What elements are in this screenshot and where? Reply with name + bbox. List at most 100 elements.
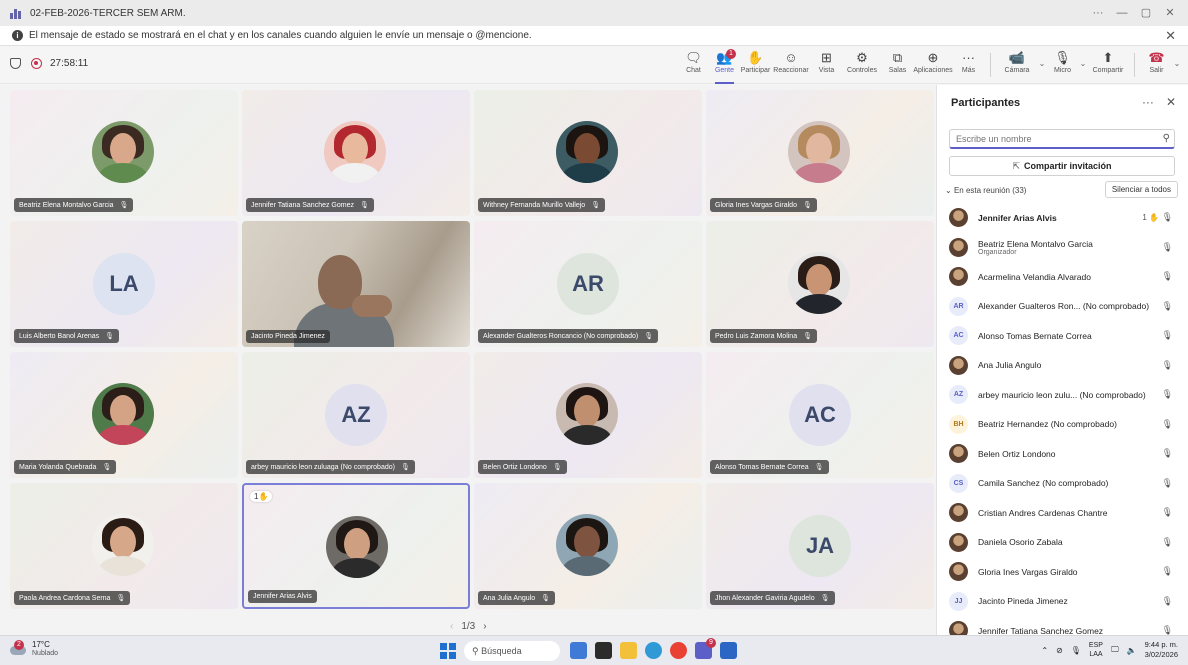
mute-all-button[interactable]: Silenciar a todos [1104,181,1178,198]
word-app-icon[interactable] [720,642,737,659]
apps-button[interactable]: ⊕ Aplicaciones [913,49,953,81]
prev-page-icon[interactable]: ‹ [450,621,453,632]
participant-tile-active[interactable]: 1✋ Jennifer Arias Alvis [242,483,470,609]
mic-button[interactable]: 🎙 Micro [1047,49,1078,81]
mic-off-icon: 🎙 [802,202,812,209]
minimize-icon[interactable]: — [1110,0,1134,26]
page-indicator: 1/3 [461,621,476,632]
people-button[interactable]: 👥 1 Gente [709,49,740,84]
chrome-browser-icon[interactable] [670,642,687,659]
participant-tile[interactable]: Jennifer Tatiana Sanchez Gomez 🎙 [242,90,470,216]
share-invite-button[interactable]: ⇱ Compartir invitación [949,156,1175,176]
participant-name-tag: Jennifer Tatiana Sanchez Gomez 🎙 [246,198,374,212]
participant-search-input[interactable] [949,129,1175,149]
grid-icon: ⊞ [821,50,832,65]
system-tray: ⌃ ⊘ 🎙 ESP LAA 🖵 🔈 9:44 p. m. 3/02/2026 [1041,640,1178,660]
participant-tile[interactable]: Belen Ortiz Londono 🎙 [474,352,702,478]
participant-name-tag: Withney Fernanda Murillo Vallejo 🎙 [478,198,606,212]
react-button[interactable]: ☺ Reaccionar [771,49,811,81]
mic-off-icon: 🎙 [1054,50,1071,65]
panel-close-icon[interactable]: ✕ [1166,95,1176,109]
leave-options-chevron-icon[interactable]: ⌄ [1172,59,1182,68]
network-icon[interactable]: ⊘ [1056,646,1063,655]
windows-start-icon[interactable] [440,643,456,659]
task-view-icon[interactable] [595,642,612,659]
clock[interactable]: 9:44 p. m. 3/02/2026 [1145,640,1178,660]
gallery-pager: ‹ 1/3 › [450,621,487,632]
participant-row[interactable]: AC Alonso Tomas Bernate Correa 🎙 [937,321,1188,351]
show-hidden-icons-chevron-icon[interactable]: ⌃ [1041,646,1048,655]
add-apps-icon: ⊕ [927,50,939,65]
maximize-icon[interactable]: ▢ [1134,0,1158,26]
more-button[interactable]: ··· Más [953,49,984,81]
participant-photo [788,252,850,314]
participant-row[interactable]: Beatriz Elena Montalvo Garcia Organizador… [937,233,1188,263]
status-message-banner: i El mensaje de estado se mostrará en el… [0,26,1188,46]
edge-browser-icon[interactable] [645,642,662,659]
in-meeting-section-header[interactable]: ⌄ En esta reunión (33) [945,186,1026,195]
rooms-button[interactable]: ⧉ Salas [882,49,913,81]
participant-tile[interactable]: Maria Yolanda Quebrada 🎙 [10,352,238,478]
participant-row[interactable]: Belen Ortiz Londono 🎙 [937,439,1188,469]
teams-taskbar-icon[interactable]: 9 [695,638,716,659]
participant-row[interactable]: Acarmelina Velandia Alvarado 🎙 [937,262,1188,292]
banner-close-icon[interactable]: ✕ [1165,28,1176,44]
mic-off-icon: 🎙 [105,333,115,340]
close-icon[interactable]: ✕ [1158,0,1182,26]
participant-tile[interactable]: AZ arbey mauricio leon zuluaga (No compr… [242,352,470,478]
controls-button[interactable]: ⚙ Controles [842,49,882,81]
participant-tile[interactable]: LA Luis Alberto Banol Arenas 🎙 [10,221,238,347]
participant-row[interactable]: JJ Jacinto Pineda Jimenez 🎙 [937,587,1188,617]
participant-row[interactable]: Daniela Osorio Zabala 🎙 [937,528,1188,558]
hang-up-icon: ☎ [1148,50,1165,65]
mic-off-icon[interactable]: 🎙 [1071,646,1081,655]
avatar [949,562,968,582]
participant-row[interactable]: CS Camila Sanchez (No comprobado) 🎙 [937,469,1188,499]
camera-button[interactable]: 📹 Cámara [997,49,1037,81]
mic-off-icon: 🎙 [591,202,601,209]
participant-row[interactable]: Cristian Andres Cardenas Chantre 🎙 [937,498,1188,528]
camera-off-icon: 📹 [1008,50,1026,65]
participant-tile[interactable]: Beatriz Elena Montalvo Garcia 🎙 [10,90,238,216]
chat-button[interactable]: 🗨 Chat [678,49,709,81]
mic-off-icon: 🎙 [820,595,830,602]
display-icon[interactable]: 🖵 [1111,645,1119,655]
widgets-app-icon[interactable] [570,642,587,659]
camera-options-chevron-icon[interactable]: ⌄ [1037,59,1047,68]
leave-button[interactable]: ☎ Salir [1141,49,1172,81]
participant-tile[interactable]: AC Alonso Tomas Bernate Correa 🎙 [706,352,934,478]
weather-widget[interactable]: 2 17°C Nublado [10,640,58,658]
next-page-icon[interactable]: › [483,621,486,632]
view-button[interactable]: ⊞ Vista [811,49,842,81]
mic-options-chevron-icon[interactable]: ⌄ [1078,59,1088,68]
participant-row[interactable]: Gloria Ines Vargas Giraldo 🎙 [937,557,1188,587]
file-explorer-icon[interactable] [620,642,637,659]
participant-tile[interactable]: Ana Julia Angulo 🎙 [474,483,702,609]
participant-row[interactable]: AR Alexander Gualteros Ron... (No compro… [937,292,1188,322]
language-indicator[interactable]: ESP LAA [1089,641,1103,659]
avatar [949,444,968,464]
participant-tile[interactable]: Gloria Ines Vargas Giraldo 🎙 [706,90,934,216]
raise-hand-button[interactable]: ✋ Participar [740,49,771,81]
mic-off-icon: 🎙 [119,202,129,209]
search-icon: ⚲ [1162,133,1170,144]
participant-tile[interactable]: JA Jhon Alexander Gaviria Agudelo 🎙 [706,483,934,609]
participant-row[interactable]: Ana Julia Angulo 🎙 [937,351,1188,381]
taskbar-search[interactable]: ⚲ Búsqueda [464,641,560,661]
participant-tile[interactable]: AR Alexander Gualteros Roncancio (No com… [474,221,702,347]
share-button[interactable]: ⬆ Compartir [1088,49,1128,81]
participant-row[interactable]: BH Beatriz Hernandez (No comprobado) 🎙 [937,410,1188,440]
more-icon: ··· [962,50,975,65]
more-options-icon[interactable]: ··· [1086,0,1110,26]
participant-initials-avatar: JA [789,515,851,577]
participant-row[interactable]: AZ arbey mauricio leon zulu... (No compr… [937,380,1188,410]
speaker-icon[interactable]: 🔈 [1127,646,1137,655]
panel-controls: ··· ✕ [1142,95,1176,109]
panel-more-icon[interactable]: ··· [1142,95,1154,109]
participant-video-tile[interactable]: Jacinto Pineda Jimenez [242,221,470,347]
participant-row[interactable]: Jennifer Arias Alvis 1 ✋ 🎙 [937,203,1188,233]
participant-tile[interactable]: Pedro Luis Zamora Molina 🎙 [706,221,934,347]
participant-tile[interactable]: Paola Andrea Cardona Serna 🎙 [10,483,238,609]
participant-photo [326,516,388,578]
participant-tile[interactable]: Withney Fernanda Murillo Vallejo 🎙 [474,90,702,216]
